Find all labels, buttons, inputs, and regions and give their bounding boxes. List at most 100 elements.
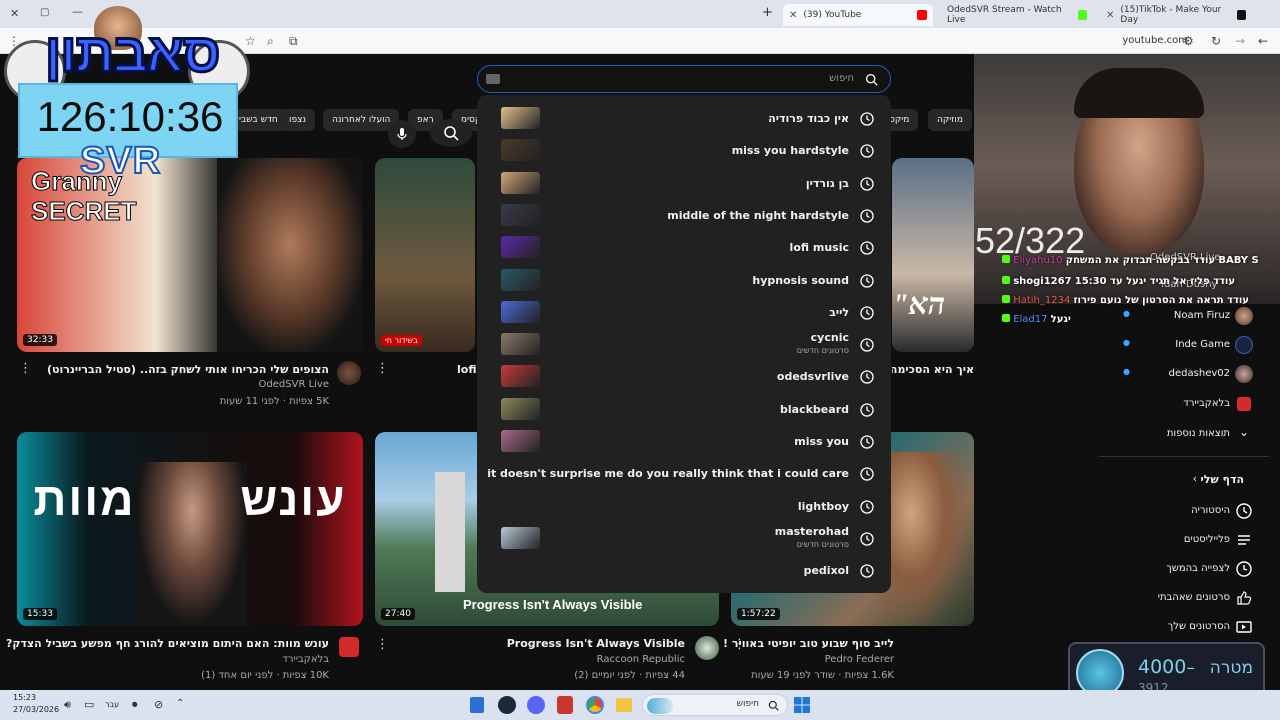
- volume-icon[interactable]: 🔊︎: [64, 698, 71, 712]
- notifications-off-icon[interactable]: ⊘: [154, 698, 163, 711]
- sidebar-sub-dedashev02[interactable]: ● dedashev02: [1085, 360, 1280, 388]
- suggestion-item[interactable]: לייב: [477, 297, 891, 329]
- video-meta: 44 צפיות · לפני יומיים (2): [574, 670, 685, 681]
- tab-youtube[interactable]: ✕ (39) YouTube: [783, 4, 933, 26]
- suggestion-item[interactable]: בן גורדין: [477, 168, 891, 200]
- sidebar-item-playlists[interactable]: פלייליסטים: [1085, 526, 1280, 554]
- sidebar-item-label: בלאקביירד: [1183, 398, 1230, 409]
- suggestion-item[interactable]: masterohad סרטונים חדשים: [477, 523, 891, 555]
- zoom-icon[interactable]: ⌕: [267, 34, 274, 48]
- kick-icon: [1002, 276, 1010, 284]
- sidebar-item-your-videos[interactable]: הסרטונים שלך: [1085, 613, 1280, 641]
- suggestion-item[interactable]: lightboy: [477, 491, 891, 523]
- url-field[interactable]: youtube.com: [1122, 35, 1188, 46]
- chevron-up-icon[interactable]: ⌃: [176, 698, 184, 709]
- channel-avatar[interactable]: [337, 361, 361, 385]
- forward-icon[interactable]: →: [1235, 34, 1245, 48]
- video-title[interactable]: עונש מוות: האם היתום מוציאים להורג חף מפ…: [6, 637, 329, 650]
- close-tab-icon[interactable]: ✕: [789, 10, 797, 21]
- suggestion-item[interactable]: it doesn't surprise me do you really thi…: [477, 458, 891, 490]
- tab-tiktok[interactable]: ✕ (15)TikTok - Make Your Day: [1100, 4, 1252, 26]
- share-icon[interactable]: ⧉: [289, 34, 298, 48]
- channel-name[interactable]: Raccoon Republic: [597, 654, 685, 665]
- network-icon[interactable]: ▭: [84, 698, 94, 711]
- steam-app-icon[interactable]: [498, 696, 516, 714]
- taskbar-search-input[interactable]: חיפוש: [642, 694, 788, 716]
- suggestion-item[interactable]: lofi music: [477, 232, 891, 264]
- chat-overflow: BABY S: [1218, 255, 1259, 266]
- suggestion-item[interactable]: pedixol: [477, 555, 891, 587]
- video-meta: 1.6K צפיות · שודר לפני 19 שעות: [751, 670, 894, 681]
- chip-recent[interactable]: הועלו לאחרונה: [323, 109, 400, 131]
- thumbnail-text: Progress Isn't Always Visible: [463, 597, 643, 612]
- chrome-app-icon[interactable]: [586, 696, 604, 714]
- suggestion-item[interactable]: hypnosis sound: [477, 265, 891, 297]
- chevron-down-icon: ⌄: [1238, 425, 1249, 439]
- history-icon: [860, 209, 874, 223]
- window-minimize-icon[interactable]: —: [72, 5, 83, 18]
- suggestion-item[interactable]: odedsvrlive: [477, 361, 891, 393]
- tab-kick[interactable]: OdedSVR Stream - Watch Live: [941, 4, 1093, 26]
- sidebar-sub-blackbeard[interactable]: בלאקביירד: [1085, 390, 1280, 418]
- file-explorer-icon[interactable]: [616, 698, 632, 712]
- channel-name[interactable]: בלאקביירד: [282, 654, 329, 665]
- search-button[interactable]: [430, 119, 472, 147]
- search-input[interactable]: חיפוש: [477, 65, 891, 93]
- chip-music[interactable]: מוזיקה: [928, 109, 972, 131]
- history-icon: [860, 403, 874, 417]
- discord-app-icon[interactable]: [527, 696, 545, 714]
- suggestion-item[interactable]: אין כבוד פרודיה: [477, 103, 891, 135]
- suggestion-item[interactable]: cycnic סרטונים חדשים: [477, 329, 891, 361]
- video-thumbnail[interactable]: עונש מוות 15:33: [17, 432, 363, 626]
- voice-search-button[interactable]: [388, 120, 416, 148]
- sidebar-you-header[interactable]: הדף שלי ‹: [1085, 467, 1280, 495]
- channel-avatar[interactable]: [339, 637, 359, 657]
- video-title[interactable]: Progress Isn't Always Visible: [507, 637, 685, 650]
- more-options-icon[interactable]: ⋮: [376, 361, 389, 376]
- mic-icon[interactable]: ⏺: [132, 698, 138, 712]
- suggestion-item[interactable]: miss you hardstyle: [477, 135, 891, 167]
- more-options-icon[interactable]: ⋮: [19, 361, 32, 376]
- video-title[interactable]: lofi: [457, 363, 476, 376]
- close-tab-icon[interactable]: ✕: [1106, 10, 1114, 21]
- video-title[interactable]: הצופים שלי הכריחו אותי לשחק בזה.. (סטיל …: [47, 363, 329, 376]
- thumbs-up-icon: [1237, 591, 1252, 605]
- bookmark-star-icon[interactable]: ☆: [245, 34, 256, 48]
- video-title[interactable]: לייב סוף שבוע טוב יופיטי באוויר !: [723, 637, 894, 650]
- sidebar-sub-noam-firuz[interactable]: ● Noam Firuz: [1085, 302, 1280, 330]
- suggestion-item[interactable]: blackbeard: [477, 394, 891, 426]
- site-settings-icon[interactable]: ⚙: [1183, 34, 1194, 48]
- suggestion-text: middle of the night hardstyle: [667, 208, 849, 222]
- sidebar-item-history[interactable]: היסטוריה: [1085, 497, 1280, 525]
- video-thumbnail[interactable]: Granny SECRET 32:33: [17, 158, 363, 352]
- channel-name[interactable]: Pedro Federer: [825, 654, 894, 665]
- new-tab-icon[interactable]: +: [762, 5, 773, 20]
- windows-start-icon[interactable]: [794, 697, 810, 713]
- suggestion-item[interactable]: miss you: [477, 426, 891, 458]
- streamer-webcam: [974, 54, 1280, 304]
- language-indicator[interactable]: עבר: [105, 700, 119, 709]
- sidebar-show-more[interactable]: תוצאות נוספות ⌄: [1085, 420, 1280, 448]
- channel-name[interactable]: OdedSVR Live: [259, 379, 329, 390]
- youtube-icon: [917, 10, 927, 20]
- calculator-app-icon[interactable]: [470, 697, 484, 713]
- suggestion-text: lofi music: [789, 241, 849, 255]
- sidebar-item-label: תוצאות נוספות: [1166, 428, 1230, 439]
- obs-app-icon[interactable]: [557, 696, 573, 714]
- window-maximize-icon[interactable]: ▢: [40, 7, 49, 18]
- clock-time[interactable]: 15:23: [13, 693, 36, 702]
- streamer-hair: [1074, 68, 1204, 118]
- back-icon[interactable]: ←: [1258, 34, 1268, 48]
- channel-avatar[interactable]: [695, 636, 719, 660]
- window-close-icon[interactable]: ✕: [10, 7, 19, 20]
- sidebar-item-watch-later[interactable]: לצפייה בהמשך: [1085, 555, 1280, 583]
- suggestion-item[interactable]: middle of the night hardstyle: [477, 200, 891, 232]
- sidebar-sub-inde-game[interactable]: ● Inde Game: [1085, 331, 1280, 359]
- keyboard-icon[interactable]: [486, 74, 500, 84]
- sidebar-item-liked[interactable]: סרטונים שאהבתי: [1085, 584, 1280, 612]
- video-title[interactable]: איך היא הסכימה לצאת ככה מהבית?!: [892, 363, 974, 376]
- reload-icon[interactable]: ↻: [1211, 34, 1221, 48]
- clock-date[interactable]: 27/03/2026: [13, 705, 59, 714]
- video-thumbnail[interactable]: בשידור חי: [375, 158, 475, 352]
- more-options-icon[interactable]: ⋮: [376, 637, 389, 652]
